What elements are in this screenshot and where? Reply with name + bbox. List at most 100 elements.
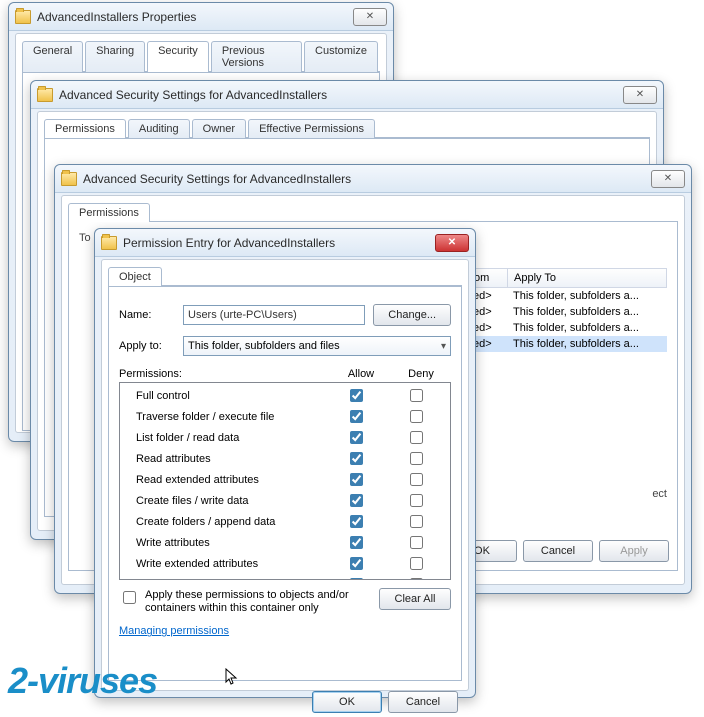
allow-checkbox[interactable] [350,473,363,486]
permission-row: Delete subfolders and files [120,574,450,580]
folder-icon [101,236,117,250]
permission-row: Traverse folder / execute file [120,406,450,427]
deny-checkbox[interactable] [410,473,423,486]
permission-row: Write extended attributes [120,553,450,574]
tab-customize[interactable]: Customize [304,41,378,72]
permission-row: Write attributes [120,532,450,553]
permission-label: Read extended attributes [136,474,326,486]
permission-row: List folder / read data [120,427,450,448]
allow-checkbox[interactable] [350,494,363,507]
name-row: Name: Users (urte-PC\Users) Change... [119,304,451,326]
tab-permissions[interactable]: Permissions [68,203,150,222]
allow-checkbox[interactable] [350,452,363,465]
allow-checkbox[interactable] [350,431,363,444]
titlebar[interactable]: Permission Entry for AdvancedInstallers … [95,229,475,257]
allow-label: Allow [331,368,391,380]
trail-text: ect [652,488,667,500]
close-icon[interactable]: ✕ [623,86,657,104]
folder-icon [15,10,31,24]
titlebar[interactable]: Advanced Security Settings for AdvancedI… [55,165,691,193]
titlebar[interactable]: Advanced Security Settings for AdvancedI… [31,81,663,109]
deny-checkbox[interactable] [410,557,423,570]
allow-checkbox[interactable] [350,536,363,549]
change-button[interactable]: Change... [373,304,451,326]
tab-permissions[interactable]: Permissions [44,119,126,138]
allow-checkbox[interactable] [350,410,363,423]
permission-label: Full control [136,390,326,402]
folder-icon [37,88,53,102]
table-row[interactable]: ed>This folder, subfolders a... [467,304,667,320]
window-title: Advanced Security Settings for AdvancedI… [83,172,651,186]
permission-row: Create folders / append data [120,511,450,532]
cancel-button[interactable]: Cancel [388,691,458,713]
name-field[interactable]: Users (urte-PC\Users) [183,305,365,325]
permissions-label: Permissions: [119,368,331,380]
titlebar[interactable]: AdvancedInstallers Properties ✕ [9,3,393,31]
column-headers: om Apply To [467,268,667,288]
permission-row: Read extended attributes [120,469,450,490]
permission-label: Read attributes [136,453,326,465]
permission-row: Read attributes [120,448,450,469]
allow-checkbox[interactable] [350,557,363,570]
permission-label: Create files / write data [136,495,326,507]
tab-bar: General Sharing Security Previous Versio… [22,41,380,73]
table-row[interactable]: ed>This folder, subfolders a... [467,320,667,336]
deny-checkbox[interactable] [410,494,423,507]
deny-label: Deny [391,368,451,380]
window-title: AdvancedInstallers Properties [37,10,353,24]
permission-label: Delete subfolders and files [136,579,326,581]
deny-checkbox[interactable] [410,536,423,549]
permission-label: Write attributes [136,537,326,549]
cancel-button[interactable]: Cancel [523,540,593,562]
deny-checkbox[interactable] [410,431,423,444]
permission-label: Write extended attributes [136,558,326,570]
tab-object[interactable]: Object [108,267,162,286]
deny-checkbox[interactable] [410,410,423,423]
permission-label: List folder / read data [136,432,326,444]
perm-header: Permissions: Allow Deny [119,366,451,382]
apply-only-label: Apply these permissions to objects and/o… [145,588,373,615]
watermark: 2-viruses [8,660,157,702]
apply-button[interactable]: Apply [599,540,669,562]
name-label: Name: [119,309,175,321]
allow-checkbox[interactable] [350,389,363,402]
mouse-cursor-icon [225,668,239,686]
tab-owner[interactable]: Owner [192,119,246,138]
allow-checkbox[interactable] [350,515,363,528]
close-icon[interactable]: ✕ [353,8,387,26]
permission-entry-window: Permission Entry for AdvancedInstallers … [94,228,476,698]
deny-checkbox[interactable] [410,515,423,528]
applyto-row: Apply to: This folder, subfolders and fi… [119,336,451,356]
permission-row: Create files / write data [120,490,450,511]
tab-sharing[interactable]: Sharing [85,41,145,72]
ok-button[interactable]: OK [312,691,382,713]
apply-only-checkbox[interactable] [123,591,136,604]
close-icon[interactable]: ✕ [435,234,469,252]
window-title: Advanced Security Settings for AdvancedI… [59,88,623,102]
deny-checkbox[interactable] [410,578,423,580]
managing-permissions-link[interactable]: Managing permissions [119,625,229,637]
permission-row: Full control [120,385,450,406]
clear-all-button[interactable]: Clear All [379,588,451,610]
tab-general[interactable]: General [22,41,83,72]
permission-label: Traverse folder / execute file [136,411,326,423]
tab-security[interactable]: Security [147,41,209,72]
window-title: Permission Entry for AdvancedInstallers [123,236,435,250]
tab-bar: Permissions Auditing Owner Effective Per… [44,119,650,139]
tab-auditing[interactable]: Auditing [128,119,190,138]
tab-bar: Permissions [68,203,678,223]
tab-effective-permissions[interactable]: Effective Permissions [248,119,375,138]
tab-previous-versions[interactable]: Previous Versions [211,41,302,72]
permission-label: Create folders / append data [136,516,326,528]
deny-checkbox[interactable] [410,389,423,402]
close-icon[interactable]: ✕ [651,170,685,188]
allow-checkbox[interactable] [350,578,363,580]
tab-bar: Object [108,267,462,287]
table-row[interactable]: ed>This folder, subfolders a... [467,288,667,304]
permissions-list[interactable]: Full control Traverse folder / execute fi… [119,382,451,580]
deny-checkbox[interactable] [410,452,423,465]
applyto-combo[interactable]: This folder, subfolders and files [183,336,451,356]
applyto-label: Apply to: [119,340,175,352]
col-apply-to[interactable]: Apply To [508,269,666,287]
table-row[interactable]: ed>This folder, subfolders a... [467,336,667,352]
